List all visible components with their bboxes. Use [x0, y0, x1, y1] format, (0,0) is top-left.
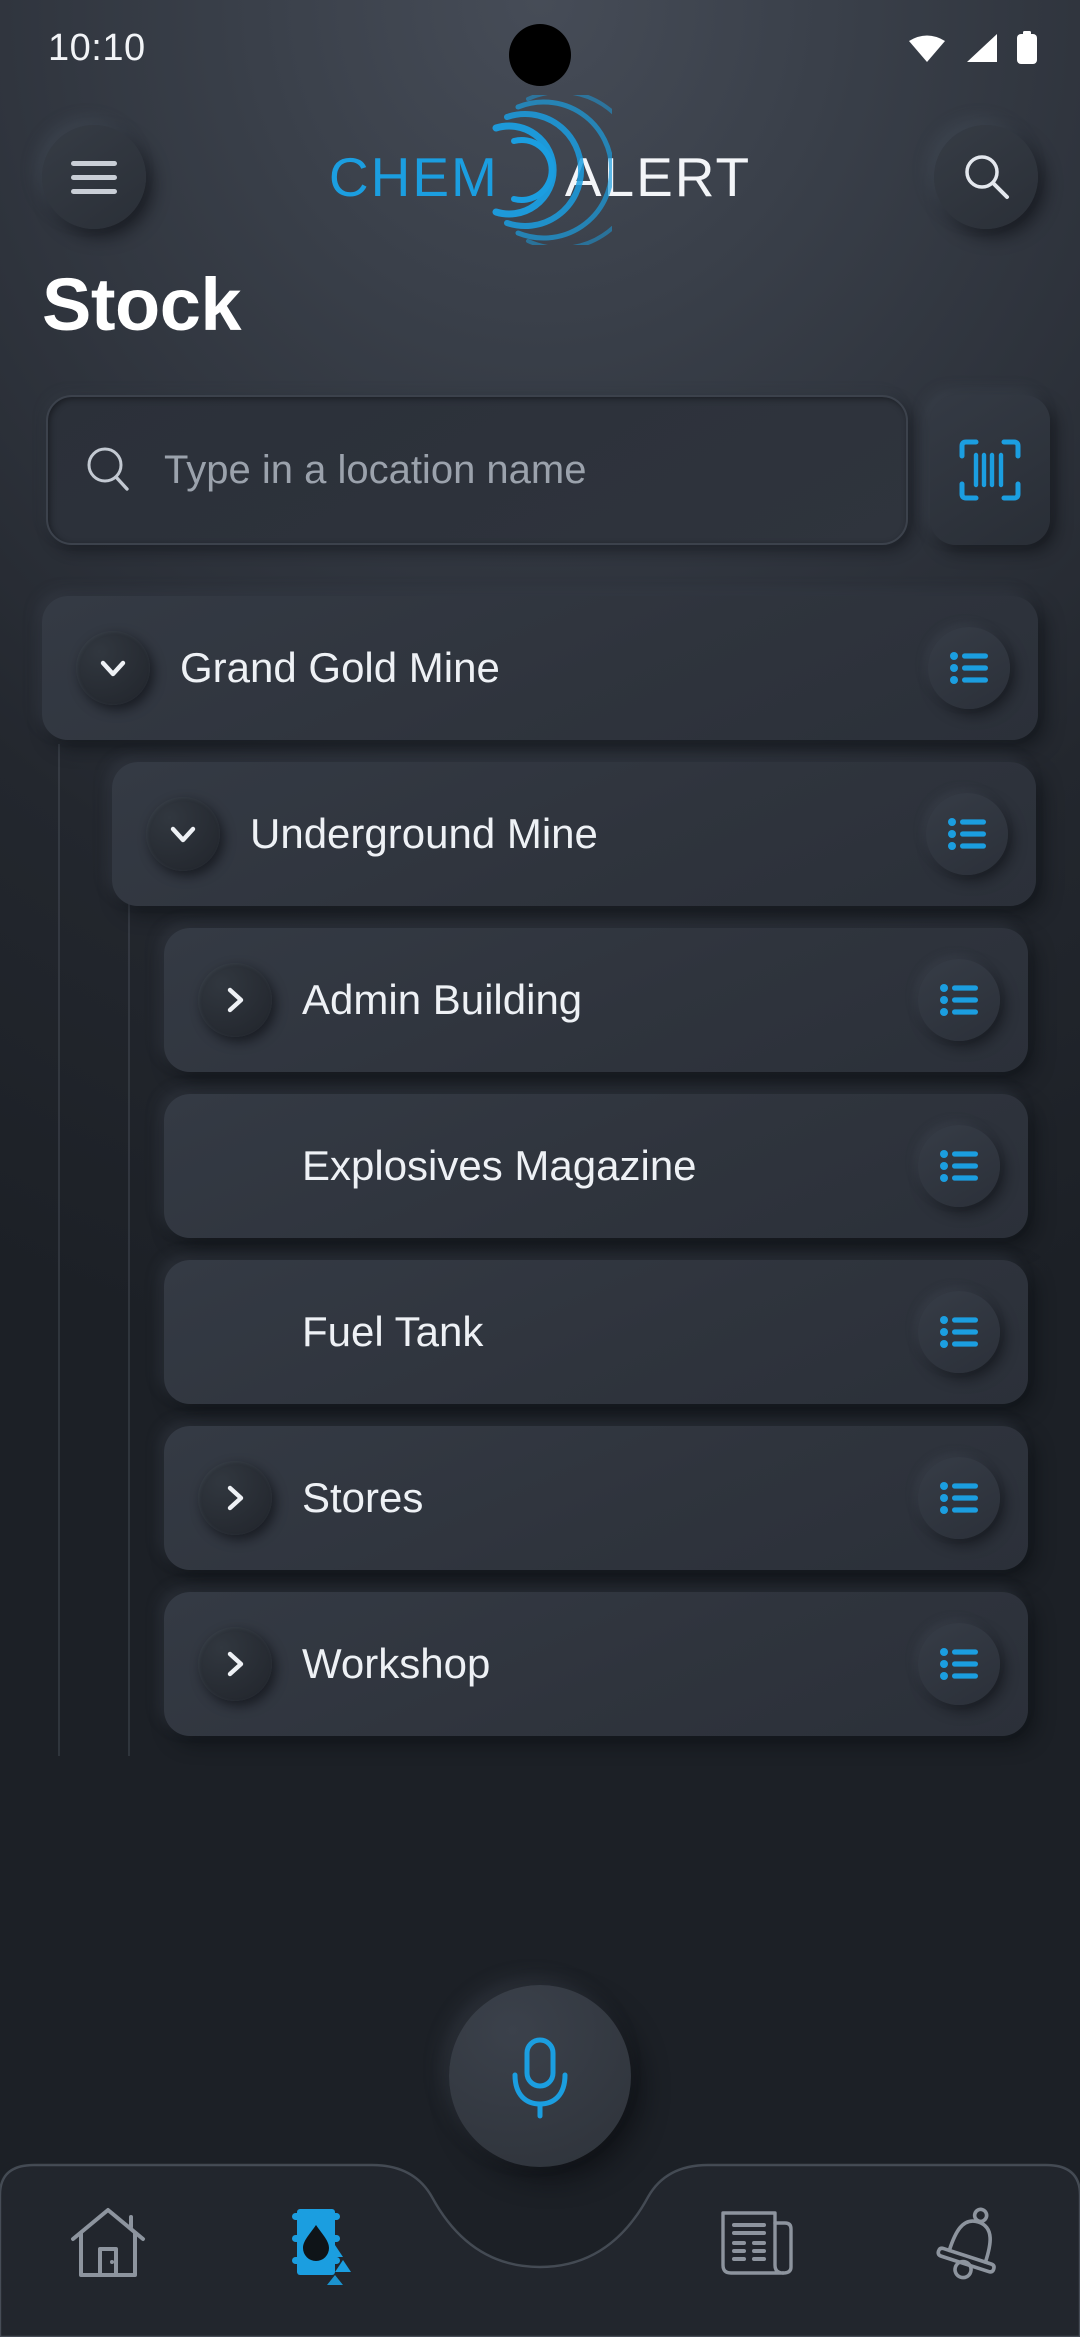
nav-stock[interactable]: [216, 2119, 432, 2337]
location-tree: Grand Gold Mine Underground Mine Admin B…: [0, 596, 1080, 2007]
nav-notifications[interactable]: [864, 2119, 1080, 2337]
search-input[interactable]: [164, 447, 872, 493]
logo-text-alert: ALERT: [564, 146, 752, 208]
chevron-right-icon[interactable]: [198, 963, 272, 1037]
list-icon: [940, 1482, 978, 1514]
app-header: CHEM ALERT: [0, 95, 1080, 245]
tree-node-label: Admin Building: [302, 976, 583, 1023]
hamburger-icon: [71, 160, 117, 194]
page-title: Stock: [42, 263, 242, 346]
tree-node: Grand Gold Mine: [0, 596, 1050, 740]
list-icon-button[interactable]: [926, 793, 1008, 875]
barcode-scan-icon: [953, 433, 1027, 507]
tree-node: Explosives Magazine: [0, 1094, 1050, 1238]
bell-icon: [929, 2199, 1015, 2285]
search-icon: [82, 442, 138, 498]
tree-node-label: Fuel Tank: [302, 1308, 484, 1355]
barcode-scan-button[interactable]: [930, 395, 1050, 545]
list-icon: [940, 1316, 978, 1348]
tree-node-label: Stores: [302, 1474, 424, 1521]
menu-button[interactable]: [42, 125, 146, 229]
list-icon: [940, 984, 978, 1016]
battery-icon: [1016, 31, 1038, 65]
voice-assistant-button[interactable]: [449, 1985, 631, 2167]
nav-home[interactable]: [0, 2119, 216, 2337]
wifi-icon: [908, 33, 946, 63]
list-icon-button[interactable]: [918, 1457, 1000, 1539]
tree-node-label: Underground Mine: [250, 810, 598, 857]
tree-node-label: Workshop: [302, 1640, 491, 1687]
tree-node: Fuel Tank: [0, 1260, 1050, 1404]
list-icon: [950, 652, 988, 684]
list-icon-button[interactable]: [918, 1623, 1000, 1705]
chevron-down-icon[interactable]: [146, 797, 220, 871]
home-icon: [65, 2199, 151, 2285]
table-row[interactable]: Fuel Tank: [164, 1260, 1028, 1404]
table-row[interactable]: Underground Mine: [112, 762, 1036, 906]
list-icon: [940, 1648, 978, 1680]
bottom-navigation-area: [0, 1985, 1080, 2337]
list-icon: [948, 818, 986, 850]
list-icon-button[interactable]: [928, 627, 1010, 709]
tree-node: Admin Building: [0, 928, 1050, 1072]
front-camera-punch-hole: [509, 24, 571, 86]
table-row[interactable]: Stores: [164, 1426, 1028, 1570]
logo-text-chem: CHEM: [328, 146, 499, 208]
status-bar-icons: [908, 31, 1038, 65]
tree-node: Workshop: [0, 1592, 1050, 1736]
table-row[interactable]: Grand Gold Mine: [42, 596, 1038, 740]
list-icon-button[interactable]: [918, 1291, 1000, 1373]
table-row[interactable]: Explosives Magazine: [164, 1094, 1028, 1238]
microphone-icon: [494, 2030, 586, 2122]
chevron-down-icon[interactable]: [76, 631, 150, 705]
search-button[interactable]: [934, 125, 1038, 229]
tree-node: Stores: [0, 1426, 1050, 1570]
nav-documents[interactable]: [648, 2119, 864, 2337]
tree-node-label: Explosives Magazine: [302, 1142, 697, 1189]
newspaper-icon: [713, 2199, 799, 2285]
table-row[interactable]: Admin Building: [164, 928, 1028, 1072]
location-search-box[interactable]: [46, 395, 908, 545]
search-icon: [958, 149, 1014, 205]
list-icon-button[interactable]: [918, 959, 1000, 1041]
phone-screen: 10:10 CHEM ALERT Stock Type in a locatio…: [0, 0, 1080, 2337]
list-icon: [940, 1150, 978, 1182]
chemical-drum-icon: [281, 2199, 367, 2285]
app-logo: CHEM ALERT: [146, 95, 934, 245]
search-row: [46, 394, 1050, 546]
chevron-right-icon[interactable]: [198, 1627, 272, 1701]
table-row[interactable]: Workshop: [164, 1592, 1028, 1736]
chevron-right-icon[interactable]: [198, 1461, 272, 1535]
tree-node: Underground Mine: [0, 762, 1050, 906]
list-icon-button[interactable]: [918, 1125, 1000, 1207]
status-bar-clock: 10:10: [48, 26, 146, 69]
cellular-signal-icon: [964, 33, 998, 63]
tree-node-label: Grand Gold Mine: [180, 644, 500, 691]
